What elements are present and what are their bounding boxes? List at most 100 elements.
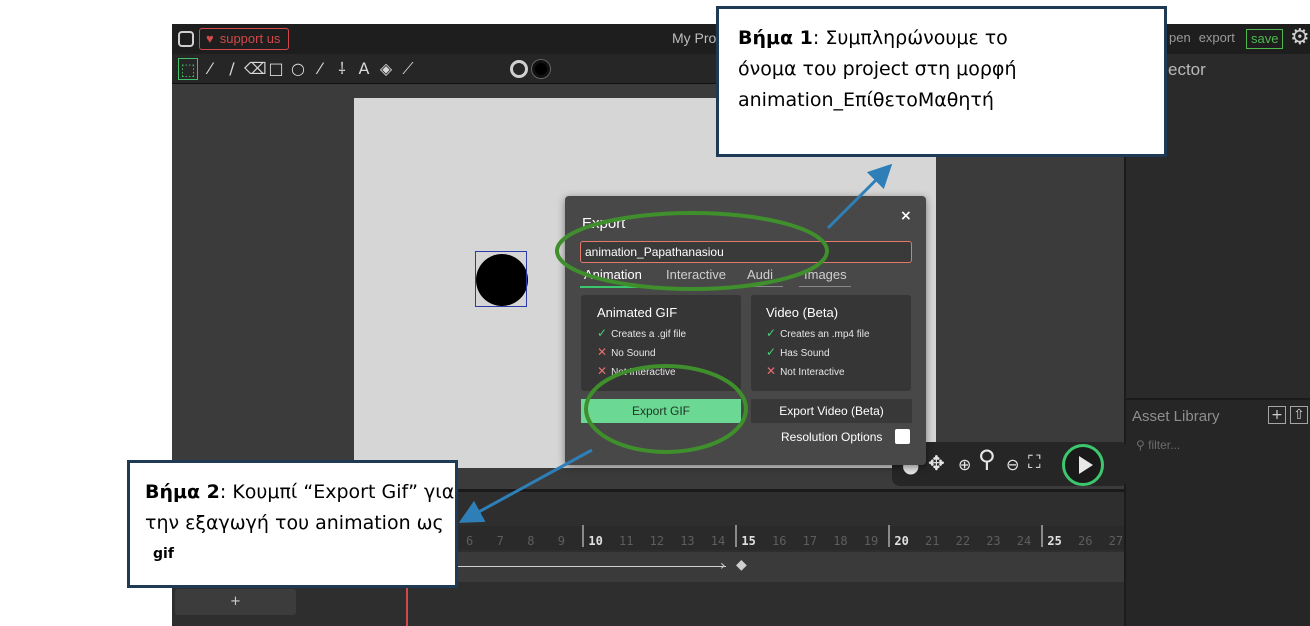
line-icon[interactable]: ⁄ (310, 58, 330, 80)
gear-icon[interactable]: ⚙ (1290, 26, 1310, 50)
callout-step-1-line-1: Βήμα 1: Συμπληρώνουμε το (738, 23, 1164, 54)
callout-step-2-line-2: την εξαγωγή του animation ως (145, 512, 444, 534)
timeline-frame-number[interactable]: 10 (588, 534, 602, 548)
rectangle-icon[interactable]: □ (266, 58, 286, 80)
callout-step-1: Βήμα 1: Συμπληρώνουμε το όνομα του proje… (716, 6, 1167, 157)
resolution-options-checkbox[interactable] (895, 429, 910, 444)
timeline-major-tick-line (582, 525, 585, 547)
timeline-major-tick-line (735, 525, 738, 547)
callout-step-1-bold: Βήμα 1 (738, 27, 813, 49)
timeline-frame-number[interactable]: 8 (527, 534, 534, 548)
timeline-frame-number[interactable]: 25 (1047, 534, 1061, 548)
callout-step-1-text-1: : Συμπληρώνουμε το (812, 27, 1008, 49)
tween-line (452, 566, 726, 567)
timeline-frame-number[interactable]: 6 (466, 534, 473, 548)
timeline-frame-number[interactable]: 16 (772, 534, 786, 548)
selection-box (475, 251, 527, 307)
app-logo-icon[interactable] (178, 31, 194, 47)
stroke-color-swatch[interactable] (510, 60, 528, 78)
timeline-frame-number[interactable]: 18 (833, 534, 847, 548)
cross-icon: ✕ (597, 345, 608, 359)
timeline-frame-number[interactable]: 13 (680, 534, 694, 548)
fill-color-swatch[interactable] (532, 60, 550, 78)
add-asset-icon[interactable]: + (1268, 406, 1286, 424)
timeline-frame-number[interactable]: 17 (803, 534, 817, 548)
gif-feature-3-text: Not Interactive (611, 367, 676, 378)
timeline-frame-number[interactable]: 21 (925, 534, 939, 548)
save-button[interactable]: save (1246, 29, 1284, 49)
tab-images[interactable]: Images (804, 267, 847, 282)
brush-icon[interactable]: ⁄ (200, 58, 220, 80)
filename-input[interactable]: animation_Papathanasiou (580, 241, 912, 263)
timeline-frame-number[interactable]: 12 (650, 534, 664, 548)
timeline-frame-number[interactable]: 23 (986, 534, 1000, 548)
zoom-in-icon[interactable]: ⊕ (958, 454, 971, 476)
project-title[interactable]: My Pro (672, 30, 716, 46)
video-feature-1: ✓ Creates an .mp4 file (766, 326, 870, 340)
timeline-frame-number[interactable]: 14 (711, 534, 725, 548)
search-icon: ⚲ (1136, 438, 1149, 452)
active-tab-underline (580, 286, 658, 288)
support-us-label: support us (219, 31, 281, 46)
timeline-frame-number[interactable]: 19 (864, 534, 878, 548)
gif-feature-2: ✕ No Sound (597, 345, 656, 359)
eraser-icon[interactable]: ⌫ (244, 58, 267, 80)
timeline-layer-track[interactable] (442, 552, 1124, 582)
screenshot: ♥ support us My Pro pen export save ⚙ ecto… (0, 0, 1310, 626)
video-option-title: Video (Beta) (766, 305, 839, 320)
tab-interactive[interactable]: Interactive (666, 267, 726, 282)
fill-bucket-icon[interactable]: ◈ (376, 58, 396, 80)
video-feature-2-text: Has Sound (780, 348, 830, 359)
check-icon: ✓ (766, 345, 777, 359)
fit-screen-icon[interactable]: ⛶ (1028, 452, 1041, 474)
timeline-frame-number[interactable]: 11 (619, 534, 633, 548)
text-icon[interactable]: A (354, 58, 374, 80)
top-right-menu: pen export (1169, 30, 1243, 45)
cross-icon: ✕ (597, 364, 608, 378)
move-icon[interactable]: ✥ (928, 452, 945, 474)
callout-step-2-line-1: Βήμα 2: Κουμπί “Export Gif” για (145, 477, 455, 508)
timeline-frame-number[interactable]: 24 (1017, 534, 1031, 548)
play-button[interactable] (1062, 444, 1104, 486)
timeline-frame-number[interactable]: 27 (1109, 534, 1123, 548)
close-icon[interactable]: × (900, 208, 912, 224)
upload-asset-icon[interactable]: ⇧ (1290, 406, 1308, 424)
asset-library-panel (1124, 398, 1310, 626)
add-layer-button[interactable]: + (175, 589, 296, 615)
path-icon[interactable]: ⸸ (332, 58, 352, 80)
open-button[interactable]: pen (1169, 30, 1191, 45)
cross-icon: ✕ (766, 364, 777, 378)
playhead[interactable] (406, 582, 408, 626)
timeline-major-tick-line (1041, 525, 1044, 547)
timeline-frame-number[interactable]: 15 (741, 534, 755, 548)
callout-step-1-line-3: animation_ΕπίθετοΜαθητή (738, 89, 994, 111)
video-feature-3-text: Not Interactive (780, 367, 845, 378)
export-gif-button[interactable]: Export GIF (581, 399, 741, 423)
asset-library-title: Asset Library (1132, 408, 1220, 425)
callout-step-1-line-2: όνομα του project στη μορφή (738, 58, 1017, 80)
ellipse-icon[interactable]: ○ (288, 58, 308, 80)
cursor-icon[interactable]: ⬚ (178, 58, 198, 80)
asset-filter-input[interactable]: ⚲ filter... (1136, 434, 1306, 456)
export-button[interactable]: export (1199, 30, 1235, 45)
zoom-out-icon[interactable]: ⊖ (1006, 454, 1019, 476)
timeline-frame-number[interactable]: 22 (956, 534, 970, 548)
eyedropper-icon[interactable]: ⟋ (398, 58, 418, 80)
timeline-frame-number[interactable]: 7 (497, 534, 504, 548)
pencil-icon[interactable]: ∕ (222, 58, 242, 80)
tab-animation[interactable]: Animation (584, 267, 642, 282)
timeline-frame-number[interactable]: 9 (558, 534, 565, 548)
keyframe-diamond-icon[interactable]: ◆ (736, 557, 747, 573)
timeline-major-tick-line (888, 525, 891, 547)
heart-icon: ♥ (206, 31, 214, 46)
timeline-frame-number[interactable]: 20 (894, 534, 908, 548)
check-icon: ✓ (597, 326, 608, 340)
inspector-title: ector (1168, 60, 1206, 79)
tab-audio[interactable]: Audi (747, 267, 773, 282)
export-video-button[interactable]: Export Video (Beta) (751, 399, 912, 423)
timeline-frame-number[interactable]: 26 (1078, 534, 1092, 548)
zoom-icon[interactable]: ⚲ (978, 447, 996, 471)
tween-arrow-icon: › (720, 558, 726, 574)
support-us-button[interactable]: ♥ support us (199, 28, 290, 50)
video-feature-1-text: Creates an .mp4 file (780, 329, 870, 340)
